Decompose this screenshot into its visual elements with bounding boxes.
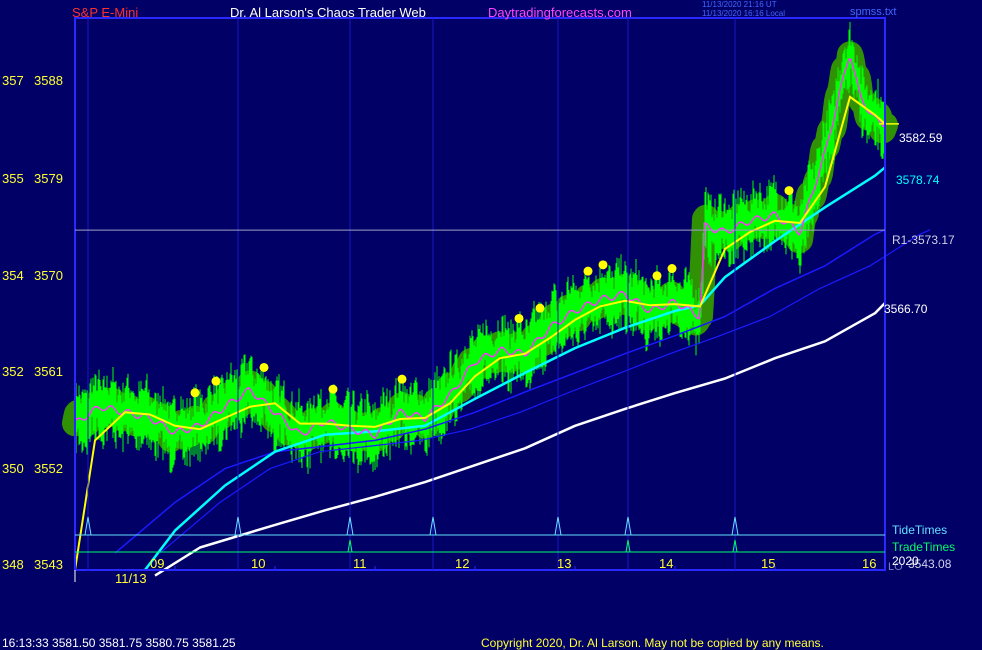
y-tick-label: 355 <box>2 171 24 186</box>
chart-canvas <box>62 17 931 582</box>
x-tick-hour: 11 <box>353 556 367 571</box>
level-label-r1: R1-3573.17 <box>892 233 955 247</box>
high-dot <box>514 313 524 323</box>
quote-readout: 16:13:33 3581.50 3581.75 3580.75 3581.25 <box>2 636 236 650</box>
level-label-white: 3582.59 <box>899 131 943 145</box>
x-tick-hour: 10 <box>251 556 266 571</box>
high-dot <box>583 266 593 276</box>
high-dot <box>667 264 677 274</box>
x-tick-hour: 09 <box>150 556 165 571</box>
high-dot <box>598 260 608 270</box>
x-tick-hour: 15 <box>761 556 776 571</box>
y-tick-label: 357 <box>2 73 24 88</box>
y-tick-label: 354 <box>2 268 24 283</box>
y-tick-price: 3543 <box>34 557 63 572</box>
y-tick-label: 352 <box>2 364 24 379</box>
copyright-notice: Copyright 2020, Dr. Al Larson. May not b… <box>481 636 824 650</box>
y-tick-label: 350 <box>2 461 24 476</box>
x-tick-hour: 14 <box>659 556 674 571</box>
x-tick-hour: 16 <box>862 556 877 571</box>
high-dot <box>190 388 200 398</box>
stamp-local: 11/13/2020 16:16 Local <box>702 9 786 18</box>
author-title: Dr. Al Larson's Chaos Trader Web <box>230 5 426 20</box>
high-dot <box>259 362 269 372</box>
year-label: 2020 <box>892 554 919 568</box>
high-dot <box>397 374 407 384</box>
high-dot <box>652 271 662 281</box>
symbol-title: S&P E-Mini <box>72 5 139 20</box>
trade-times-label: TradeTimes <box>892 540 956 554</box>
level-label-white-avg: 3566.70 <box>884 302 928 316</box>
stamp-utc: 11/13/2020 21:16 UT <box>702 0 777 9</box>
site-link[interactable]: Daytradingforecasts.com <box>488 6 632 20</box>
date-label: 11/13 <box>115 571 147 586</box>
y-tick-price: 3570 <box>34 268 63 283</box>
y-tick-price: 3561 <box>34 364 63 379</box>
y-tick-price: 3588 <box>34 73 63 88</box>
high-dot <box>211 376 221 386</box>
x-tick-hour: 12 <box>455 556 470 571</box>
y-tick-price: 3579 <box>34 171 63 186</box>
y-tick-label: 348 <box>2 557 24 572</box>
plot-frame <box>74 17 886 582</box>
high-dot <box>535 303 545 313</box>
high-dot <box>328 384 338 394</box>
high-dot <box>784 186 794 196</box>
x-tick-hour: 13 <box>557 556 572 571</box>
y-tick-price: 3552 <box>34 461 63 476</box>
tide-times-label: TideTimes <box>892 523 948 537</box>
file-name: spmss.txt <box>850 6 897 18</box>
level-label-cyan: 3578.74 <box>896 173 940 187</box>
